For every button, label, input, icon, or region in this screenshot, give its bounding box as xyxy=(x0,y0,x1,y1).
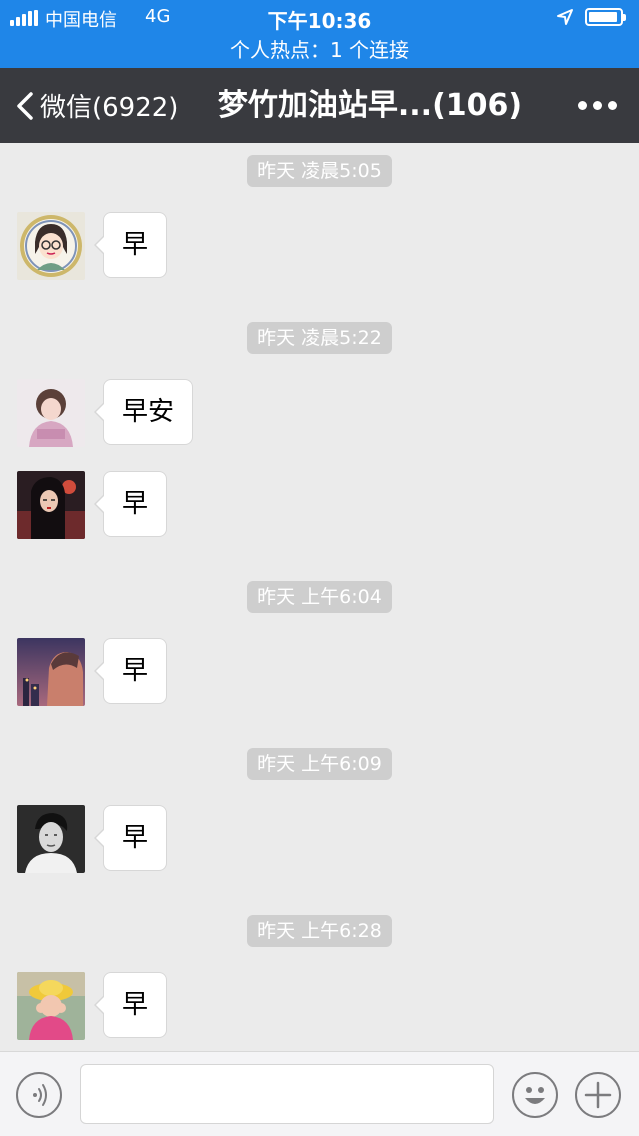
clock: 下午10:36 xyxy=(267,9,372,33)
message-bubble[interactable]: 早 xyxy=(93,471,168,537)
timestamp: 昨天 上午6:04 xyxy=(0,581,639,613)
input-bar xyxy=(0,1051,639,1136)
timestamp: 昨天 上午6:09 xyxy=(0,748,639,780)
plus-icon xyxy=(584,1081,612,1109)
message-bubble[interactable]: 早 xyxy=(93,638,168,704)
chat-header: 微信(6922) 梦竹加油站早...(106) xyxy=(0,68,639,143)
message-bubble[interactable]: 早 xyxy=(93,805,168,871)
chat-title: 梦竹加油站早...(106) xyxy=(217,88,523,123)
child-photo-avatar[interactable] xyxy=(17,379,85,447)
message-input[interactable] xyxy=(80,1064,494,1124)
location-arrow-icon xyxy=(557,9,573,25)
voice-button[interactable] xyxy=(16,1072,62,1118)
more-button[interactable] xyxy=(578,68,617,143)
status-row: 中国电信 4G 下午10:36 xyxy=(0,0,639,34)
message-bubble[interactable]: 早 xyxy=(93,212,168,278)
hotspot-banner[interactable]: 个人热点：1 个连接 xyxy=(0,34,639,66)
timestamp: 昨天 凌晨5:22 xyxy=(0,322,639,354)
back-button[interactable]: 微信(6922) xyxy=(14,68,178,143)
plus-button[interactable] xyxy=(575,1072,621,1118)
more-dots-icon xyxy=(578,101,617,110)
battery-icon xyxy=(585,8,626,26)
chevron-left-icon xyxy=(17,91,33,120)
status-bar: 中国电信 4G 下午10:36 个人热点：1 个连接 xyxy=(0,0,639,68)
timestamp: 昨天 上午6:28 xyxy=(0,915,639,947)
voice-icon xyxy=(33,1084,47,1106)
back-label: 微信(6922) xyxy=(40,93,179,123)
message-bubble[interactable]: 早安 xyxy=(93,379,194,445)
cartoon-girl-avatar[interactable] xyxy=(17,212,85,280)
emoji-icon xyxy=(525,1087,545,1104)
timestamp: 昨天 凌晨5:05 xyxy=(0,155,639,187)
dark-illustration-avatar[interactable] xyxy=(17,471,85,539)
man-portrait-avatar[interactable] xyxy=(17,805,85,873)
night-scene-avatar[interactable] xyxy=(17,638,85,706)
chat-messages[interactable]: 昨天 凌晨5:05 早 昨天 凌晨5:22 早安 早 昨天 上午6:04 早 昨… xyxy=(0,143,639,1051)
yellow-hat-child-avatar[interactable] xyxy=(17,972,85,1040)
emoji-button[interactable] xyxy=(512,1072,558,1118)
message-bubble[interactable]: 早 xyxy=(93,972,168,1038)
